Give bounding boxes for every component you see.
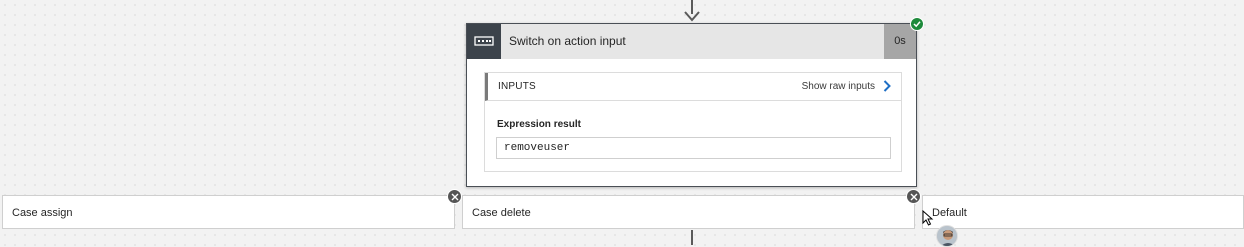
action-title: Switch on action input bbox=[509, 34, 626, 48]
chevron-right-icon[interactable] bbox=[883, 80, 891, 92]
close-icon[interactable] bbox=[447, 189, 462, 204]
action-card-header[interactable]: Switch on action input 0s bbox=[467, 24, 916, 59]
duration-badge: 0s bbox=[884, 24, 916, 59]
default-case-card[interactable]: Default bbox=[922, 195, 1244, 229]
expression-result-field: removeuser bbox=[496, 137, 891, 159]
inputs-panel: INPUTS Show raw inputs Expression result… bbox=[484, 72, 902, 172]
expression-result-label: Expression result bbox=[497, 119, 581, 130]
expression-result-value: removeuser bbox=[504, 142, 571, 154]
case-assign-card[interactable]: Case assign bbox=[2, 195, 455, 229]
checkmark-icon bbox=[910, 17, 924, 31]
inputs-section-label: INPUTS bbox=[498, 81, 536, 92]
switch-action-card[interactable]: Switch on action input 0s INPUTS Show ra… bbox=[466, 23, 917, 187]
case-label: Case delete bbox=[472, 207, 531, 219]
inputs-section-header[interactable]: INPUTS Show raw inputs bbox=[485, 73, 901, 101]
case-label: Case assign bbox=[12, 207, 73, 219]
close-icon[interactable] bbox=[906, 189, 921, 204]
show-raw-inputs-link[interactable]: Show raw inputs bbox=[802, 81, 875, 92]
mouse-cursor-icon bbox=[922, 210, 934, 226]
connector-line-bottom bbox=[691, 230, 693, 245]
case-label: Default bbox=[932, 207, 967, 219]
avatar bbox=[936, 225, 958, 247]
switch-icon bbox=[467, 24, 501, 59]
case-delete-card[interactable]: Case delete bbox=[462, 195, 915, 229]
arrow-down-icon bbox=[684, 11, 700, 22]
